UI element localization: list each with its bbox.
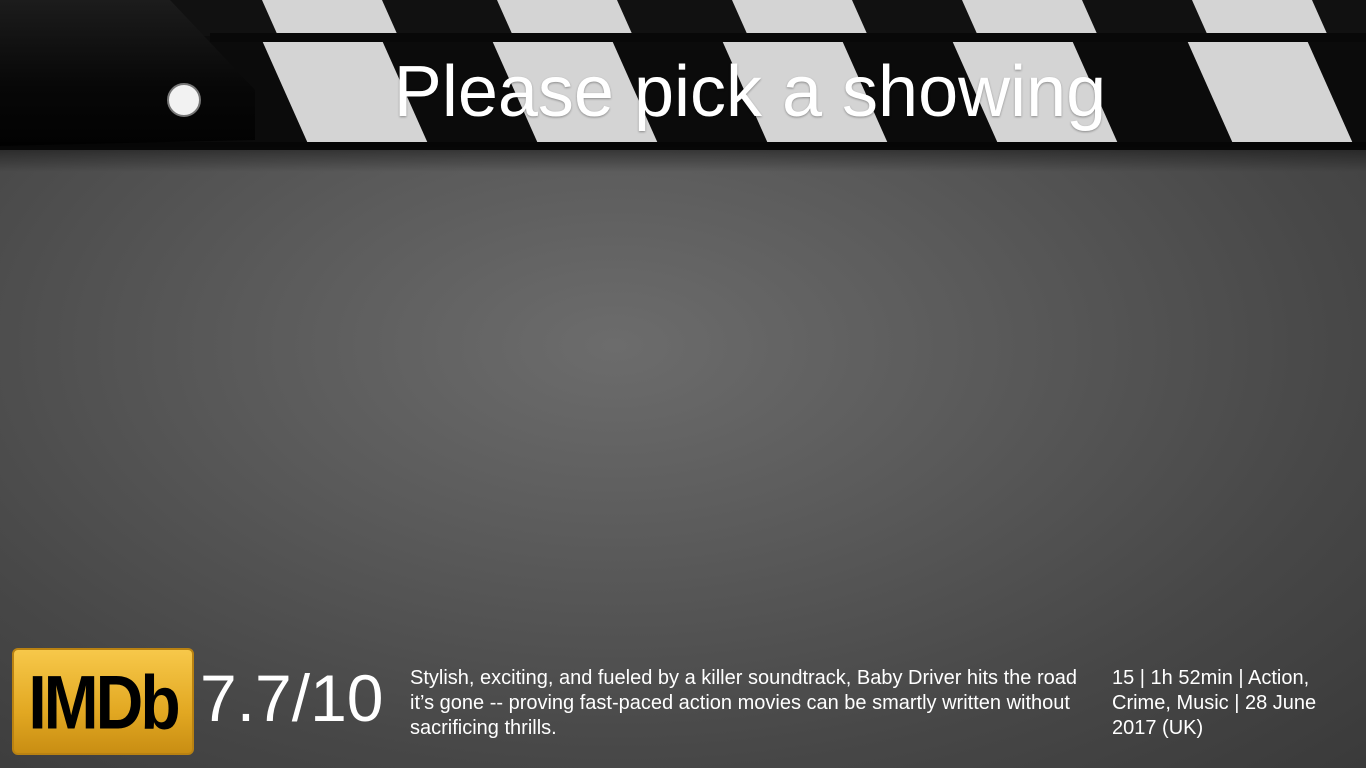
page-title: Please pick a showing [393, 52, 1107, 132]
movie-details: 15 | 1h 52min | Action, Crime, Music | 2… [1112, 667, 1317, 739]
imdb-rating: 7.7/10 [200, 661, 384, 735]
imdb-logo-text: IMDb [28, 658, 180, 745]
clapper-stripe [731, 0, 869, 36]
clapper-top-stripes [0, 0, 1366, 36]
clapper-stripe [1191, 0, 1329, 36]
clapper-stripe [961, 0, 1099, 36]
clapper-stripe [496, 0, 634, 36]
clapper-hinge-pin-icon [167, 83, 201, 117]
movie-summary: Stylish, exciting, and fueled by a kille… [410, 667, 1077, 739]
header-shadow [0, 142, 1366, 172]
imdb-logo: IMDb [12, 648, 194, 755]
clapper-stripe [261, 0, 399, 36]
